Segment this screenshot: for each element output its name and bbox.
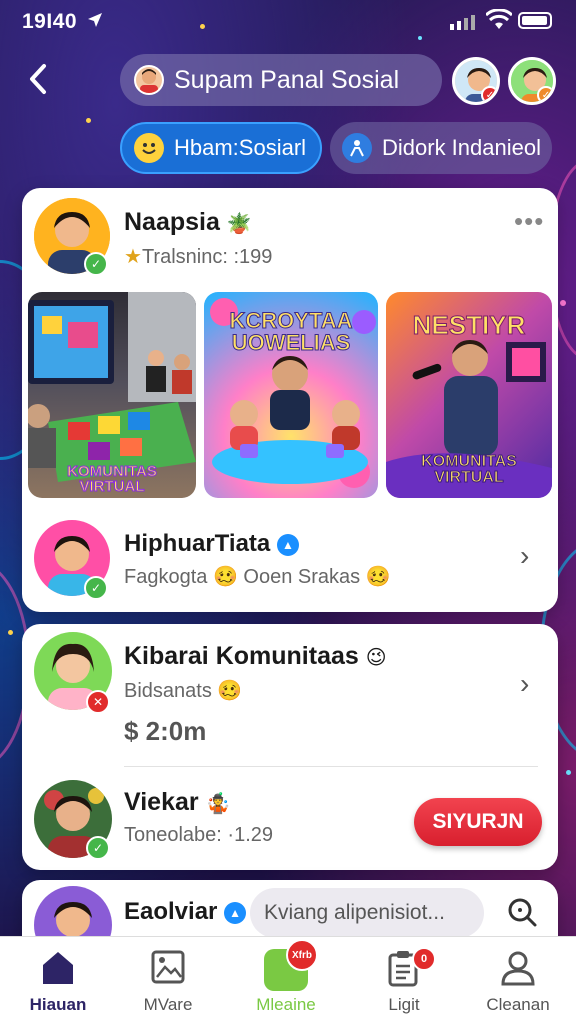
home-icon — [40, 949, 76, 987]
notification-badge: Xfrb — [286, 939, 318, 971]
back-button[interactable] — [24, 62, 58, 96]
search-input[interactable]: Kviang alipenisiot... — [250, 888, 484, 938]
wink-emoji: 😉 — [365, 647, 387, 669]
verified-badge: ✓ — [86, 836, 110, 860]
status-bar: 19I40 — [0, 0, 576, 44]
page-title: Supam Panal Sosial — [174, 65, 400, 94]
verified-blue-icon: ▲ — [224, 901, 247, 924]
alert-badge: ✕ — [86, 690, 110, 714]
battery-icon — [518, 12, 552, 29]
wifi-icon — [484, 8, 514, 36]
tab-social[interactable]: Hbam:Sosiarl — [120, 122, 322, 174]
tab-discover[interactable]: Didork Indanieol — [330, 122, 552, 174]
header-avatar-2[interactable]: ✓ — [508, 57, 556, 105]
nav-gallery[interactable]: MVare — [118, 937, 218, 1024]
list-item-name-text: Kibarai Komunitaas — [124, 642, 359, 670]
bottom-nav: Hiauan MVare Xfrb Mleaine 0 Ligit Cleana… — [0, 936, 576, 1024]
thumbnail-1-label: KOMUNITAS VIRTUAL — [67, 463, 158, 495]
status-time: 19I40 — [22, 10, 78, 33]
signal-icon — [450, 14, 476, 35]
more-dots-icon[interactable]: ••• — [514, 206, 544, 237]
header-avatar-badge: ✓ — [481, 86, 497, 102]
list-item-name: Eaolviar ▲ — [124, 898, 247, 926]
nav-center-label: Mleaine — [256, 995, 316, 1014]
list-item-name-text: HiphuarTiata — [124, 530, 271, 557]
list-item-name: Kibarai Komunitaas 😉 — [124, 642, 387, 671]
price-label: $ 2:0m — [124, 716, 207, 746]
list-item-name: HiphuarTiata ▲ — [124, 530, 299, 558]
count-badge: 0 — [412, 947, 436, 971]
plant-emoji: 🪴 — [226, 213, 252, 235]
chevron-right-icon[interactable]: › — [520, 540, 529, 572]
nav-home-label: Hiauan — [29, 995, 87, 1014]
juggle-emoji: 🤹 — [205, 793, 231, 815]
list-item-name-text: Viekar — [124, 788, 199, 816]
list-item-subtitle: Toneolabe: ·1.29 — [124, 824, 274, 846]
nav-profile[interactable]: Cleanan — [468, 937, 568, 1024]
featured-subtitle-text: Tralsninc: :199 — [141, 246, 273, 268]
search-icon[interactable] — [506, 896, 538, 928]
divider — [124, 766, 538, 767]
nav-profile-label: Cleanan — [486, 995, 550, 1014]
chevron-right-icon[interactable]: › — [520, 668, 529, 700]
join-button[interactable]: SIYURJN — [414, 798, 542, 846]
location-arrow-icon — [86, 11, 104, 34]
nav-home[interactable]: Hiauan — [8, 937, 108, 1024]
nav-center[interactable]: Xfrb Mleaine — [236, 937, 336, 1024]
chevron-left-icon — [30, 64, 46, 94]
user-profile-icon — [500, 949, 536, 987]
thumbnail-3-label: NESTIYR — [412, 310, 526, 340]
title-avatar — [134, 65, 164, 95]
star-icon: ★ — [124, 246, 142, 268]
thumbnail-2-label: KCROYTAA UOWELIAS — [229, 308, 353, 355]
page-title-pill[interactable]: Supam Panal Sosial — [120, 54, 442, 106]
thumbnail-1[interactable]: KOMUNITAS VIRTUAL — [28, 292, 196, 498]
nav-list-label: Ligit — [388, 995, 420, 1014]
list-item-name: Viekar 🤹 — [124, 788, 230, 817]
list-item-subtitle: Fagkogta 🥴 Ooen Srakas 🥴 — [124, 566, 391, 588]
featured-subtitle: ★Tralsninc: :199 — [124, 244, 272, 269]
verified-badge: ✓ — [84, 576, 108, 600]
tab-social-label: Hbam:Sosiarl — [174, 135, 307, 160]
tab-discover-label: Didork Indanieol — [382, 135, 541, 160]
thumbnail-2[interactable]: KCROYTAA UOWELIAS — [204, 292, 378, 498]
featured-name: Naapsia 🪴 — [124, 208, 252, 237]
smiley-face-icon — [134, 133, 164, 163]
person-icon — [342, 133, 372, 163]
thumbnail-3[interactable]: NESTIYR KOMUNITAS VIRTUAL — [386, 292, 552, 498]
verified-blue-icon: ▲ — [276, 533, 299, 556]
header-avatar-badge: ✓ — [537, 86, 553, 102]
nav-gallery-label: MVare — [143, 995, 193, 1014]
thumbnail-3-bottom-label: KOMUNITAS VIRTUAL — [421, 453, 518, 486]
header-avatar-1[interactable]: ✓ — [452, 57, 500, 105]
list-item-name-text: Eaolviar — [124, 898, 218, 925]
verified-badge: ✓ — [84, 252, 108, 276]
featured-name-text: Naapsia — [124, 208, 220, 236]
nav-list[interactable]: 0 Ligit — [354, 937, 454, 1024]
image-gallery-icon — [150, 949, 186, 987]
list-item-subtitle: Bidsanats 🥴 — [124, 680, 243, 702]
